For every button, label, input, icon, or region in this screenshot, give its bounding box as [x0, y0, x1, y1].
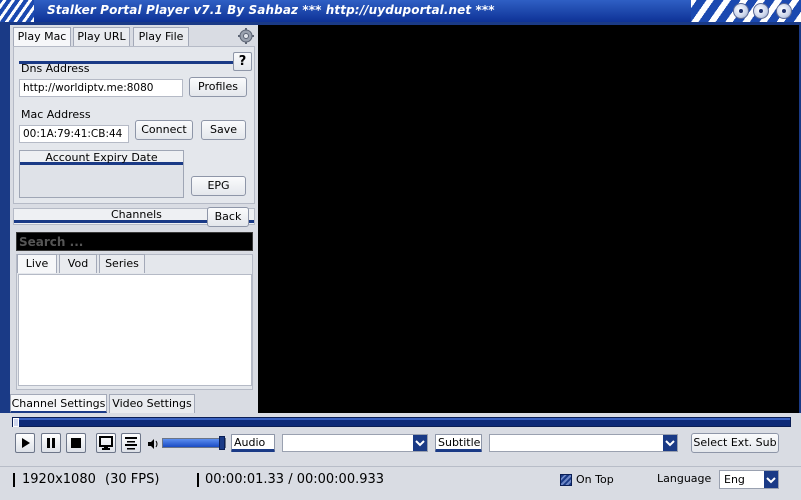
- title-bar[interactable]: Stalker Portal Player v7.1 By Sahbaz ***…: [0, 0, 801, 22]
- epg-button[interactable]: EPG: [191, 176, 246, 196]
- speaker-icon[interactable]: [147, 438, 159, 450]
- audio-select[interactable]: [282, 434, 428, 452]
- search-input[interactable]: Search ...: [16, 232, 253, 251]
- minimize-button[interactable]: [733, 3, 749, 19]
- pause-icon: [47, 438, 55, 448]
- account-expiry-header: Account Expiry Date: [20, 151, 183, 165]
- settings-gear-icon[interactable]: [237, 27, 255, 45]
- dns-address-input[interactable]: http://worldiptv.me:8080: [19, 79, 183, 97]
- save-button[interactable]: Save: [201, 120, 246, 140]
- language-label: Language: [657, 472, 712, 485]
- playlist-button[interactable]: [121, 433, 141, 453]
- connect-button[interactable]: Connect: [135, 120, 193, 140]
- tab-play-file[interactable]: Play File: [133, 27, 189, 47]
- chevron-down-icon[interactable]: [413, 435, 427, 451]
- chevron-down-icon[interactable]: [663, 435, 677, 451]
- resolution-text: 1920x1080: [22, 472, 96, 487]
- search-placeholder: Search ...: [19, 235, 84, 249]
- play-button[interactable]: [15, 433, 35, 453]
- title-decor-left: [0, 0, 34, 22]
- tab-vod[interactable]: Vod: [59, 254, 97, 273]
- dns-label: Dns Address: [21, 62, 90, 75]
- audio-label: Audio: [231, 434, 275, 452]
- stop-icon: [71, 438, 81, 448]
- tab-play-url[interactable]: Play URL: [73, 27, 130, 47]
- stop-button[interactable]: [66, 433, 86, 453]
- time-text: 00:00:01.33 / 00:00:00.933: [205, 472, 385, 487]
- channels-header: Channels: [111, 208, 162, 221]
- volume-fill: [163, 439, 225, 447]
- chevron-down-icon[interactable]: [764, 471, 778, 488]
- pause-button[interactable]: [41, 433, 61, 453]
- tab-series[interactable]: Series: [99, 254, 145, 273]
- tab-play-mac[interactable]: Play Mac: [13, 27, 71, 47]
- back-button[interactable]: Back: [207, 207, 249, 227]
- on-top-checkbox[interactable]: [560, 474, 572, 486]
- status-separator: [13, 473, 15, 487]
- fps-text: (30 FPS): [105, 472, 160, 487]
- maximize-button[interactable]: [753, 3, 769, 19]
- on-top-label: On Top: [576, 473, 614, 486]
- list-icon: [125, 437, 137, 450]
- subtitle-select[interactable]: [489, 434, 678, 452]
- fullscreen-button[interactable]: [96, 433, 116, 453]
- app-window: Stalker Portal Player v7.1 By Sahbaz ***…: [0, 0, 801, 500]
- help-button[interactable]: ?: [233, 52, 252, 71]
- tab-channel-settings[interactable]: Channel Settings: [10, 394, 107, 413]
- channel-list[interactable]: [18, 274, 252, 386]
- tab-live[interactable]: Live: [17, 254, 57, 273]
- account-expiry-box: Account Expiry Date: [19, 150, 184, 198]
- close-button[interactable]: [776, 3, 792, 19]
- monitor-icon: [99, 436, 113, 450]
- subtitle-label: Subtitle: [435, 434, 482, 452]
- volume-slider[interactable]: [162, 438, 226, 448]
- seek-handle[interactable]: [13, 418, 19, 427]
- select-ext-sub-button[interactable]: Select Ext. Sub: [691, 433, 779, 453]
- language-value: Eng: [724, 473, 745, 486]
- play-icon: [22, 438, 30, 448]
- tab-video-settings[interactable]: Video Settings: [109, 394, 195, 413]
- mac-label: Mac Address: [21, 108, 91, 121]
- video-display[interactable]: [258, 25, 799, 413]
- profiles-button[interactable]: Profiles: [189, 77, 247, 97]
- volume-handle[interactable]: [219, 436, 225, 450]
- window-title: Stalker Portal Player v7.1 By Sahbaz ***…: [47, 3, 495, 17]
- seek-bar[interactable]: [12, 417, 791, 427]
- mac-address-input[interactable]: 00:1A:79:41:CB:44: [19, 125, 129, 143]
- language-select[interactable]: Eng: [719, 470, 779, 489]
- status-separator: [197, 473, 199, 487]
